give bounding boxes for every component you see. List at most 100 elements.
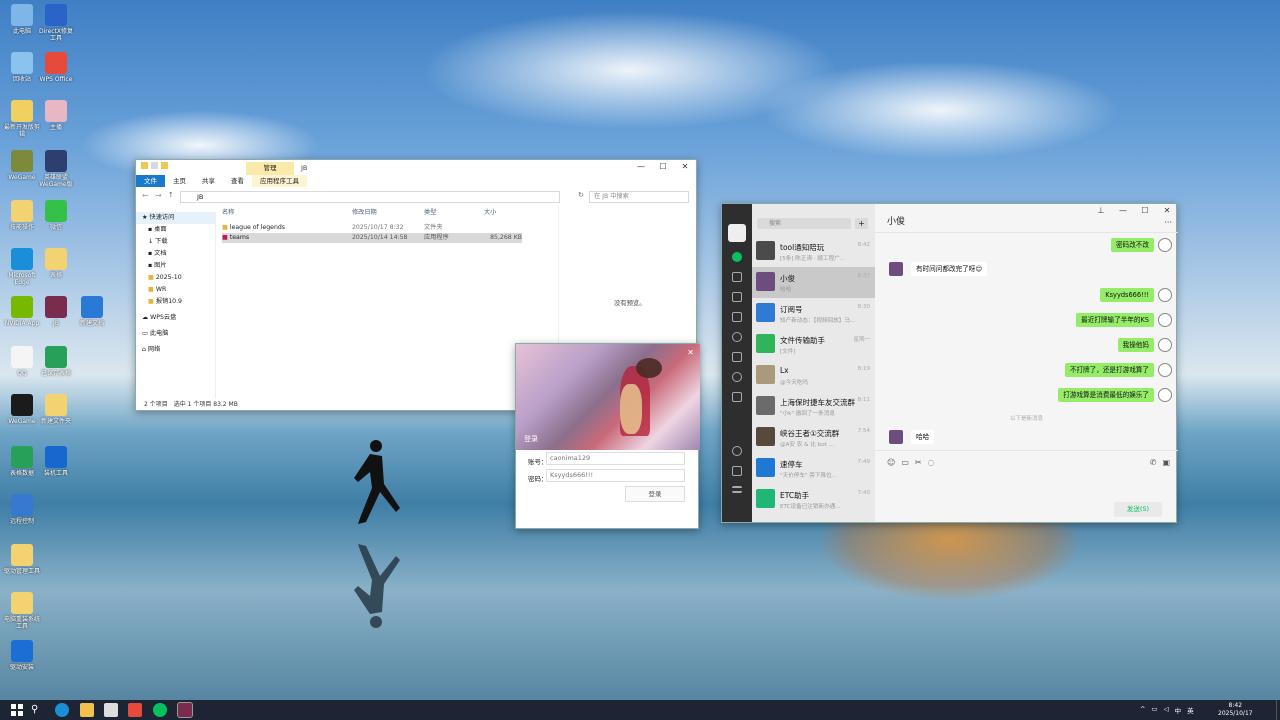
message-bubble[interactable]: 我操他妈 [1117,338,1154,352]
desktop-icon[interactable]: WeGame [4,394,40,425]
close-icon[interactable]: ✕ [687,348,694,357]
maximize-button[interactable]: ☐ [652,160,674,174]
message-bubble[interactable]: 不打牌了，还是打游戏算了 [1064,363,1154,377]
desktop-icon[interactable]: 回收站 [4,52,40,83]
desktop-icon[interactable]: 技能操作 [4,200,40,231]
avatar[interactable] [1158,313,1172,327]
message-bubble[interactable]: 打游戏算是消费最低的娱乐了 [1058,388,1154,402]
search-icon[interactable] [732,372,742,382]
chat-list-item[interactable]: 小俊 哈哈 8:37 [752,267,875,298]
chat-list-item[interactable]: 订阅号 知产新动态：【视频回放】马… 8:30 [752,298,875,329]
nav-folder-2025-10[interactable]: ■ 2025-10 [136,272,215,284]
tab-file[interactable]: 文件 [136,175,165,187]
clock[interactable]: 8:42 2025/10/17 [1218,702,1253,718]
tab-app-tools[interactable]: 应用程序工具 [252,175,307,187]
jb-app-icon[interactable] [177,702,193,718]
avatar[interactable] [728,224,746,242]
moments-icon[interactable] [732,332,742,342]
table-row[interactable]: ■ league of legends 2025/10/17 8:32 文件夹 [222,223,558,233]
nav-folder-wr[interactable]: ■ WR [136,284,215,296]
login-button[interactable]: 登录 [625,486,685,502]
language-indicator[interactable]: 英 [1187,705,1194,715]
avatar[interactable] [1158,238,1172,252]
nav-this-pc[interactable]: ▭ 此电脑 [136,328,215,340]
search-input[interactable]: 搜索 [757,218,851,229]
close-button[interactable]: ✕ [674,160,696,174]
avatar[interactable] [889,430,903,444]
account-field[interactable]: caonima129 [546,452,685,465]
desktop-icon[interactable]: 驱动管理工具 [4,544,40,575]
avatar[interactable] [1158,288,1172,302]
close-button[interactable]: ✕ [1156,204,1178,218]
emoji-icon[interactable]: ☺ [887,458,895,467]
add-button[interactable]: + [855,218,868,229]
nav-pictures[interactable]: ▪ 图片 [136,260,215,272]
desktop-icon[interactable]: QQ [4,346,40,377]
tab-home[interactable]: 主页 [165,175,194,187]
refresh-icon[interactable]: ↻ [578,191,584,199]
desktop-icon[interactable]: 驱动安装 [4,640,40,671]
file-icon[interactable]: ▭ [901,458,909,467]
desktop-icon[interactable]: 微信 [38,200,74,231]
avatar[interactable] [1158,338,1172,352]
maximize-button[interactable]: ☐ [1134,204,1156,218]
column-name[interactable]: 名称 [222,206,352,220]
message-bubble[interactable]: 密码改不改 [1111,238,1154,252]
chat-history-icon[interactable]: ◌ [928,458,935,467]
chevron-up-icon[interactable]: ^ [1140,705,1145,715]
desktop-icon[interactable]: DirectX修复工具 [38,4,74,42]
column-type[interactable]: 类型 [424,206,484,220]
store-icon[interactable] [104,703,118,717]
desktop-icon[interactable]: 表格数据 [4,446,40,477]
chat-list-item[interactable]: 文件传输助手 [文件] 星期一 [752,329,875,360]
desktop-icon[interactable]: 此电脑 [4,4,40,35]
desktop-icon[interactable]: WeGame [4,150,40,181]
miniprogram-panel-icon[interactable] [732,446,742,456]
desktop-icon[interactable]: NVIDIA App [4,296,40,327]
favorites-icon[interactable] [732,292,742,302]
minimize-button[interactable]: — [630,160,652,174]
nav-wps-cloud[interactable]: ☁ WPS云盘 [136,312,215,324]
up-arrow-icon[interactable]: ↑ [168,191,174,199]
avatar[interactable] [1158,388,1172,402]
video-call-icon[interactable]: ▣ [1162,458,1170,467]
wechat-icon[interactable] [153,703,167,717]
chat-list-item[interactable]: 上海保时捷车友交流群 "小k" 撤回了一条消息 8:11 [752,391,875,422]
desktop-icon[interactable]: 新建文件夹 [38,394,74,425]
desktop-icon[interactable]: Microsoft Edge [4,248,40,286]
tab-view[interactable]: 查看 [223,175,252,187]
properties-icon[interactable] [151,162,158,169]
chat-list-item[interactable]: Lx @今天吃吗 8:19 [752,360,875,391]
nav-desktop[interactable]: ▪ 桌面 [136,224,215,236]
nav-folder-reimburse[interactable]: ■ 报销10.9 [136,296,215,308]
show-desktop-button[interactable] [1276,700,1280,720]
pin-icon[interactable]: ⊥ [1090,204,1112,218]
voice-call-icon[interactable]: ✆ [1150,458,1157,467]
password-field[interactable]: Ksyyds666!!! [546,469,685,482]
forward-arrow-icon[interactable]: → [155,191,162,200]
nav-quick-access[interactable]: ★ 快速访问 [136,212,215,224]
desktop-icon[interactable]: 装机工具 [38,446,74,477]
phone-icon[interactable] [732,466,742,476]
volume-icon[interactable]: ◁ [1164,705,1169,715]
file-explorer-icon[interactable] [80,703,94,717]
chat-list-item[interactable]: tool通知陪玩 [5条] 陈正涛 · 顺工程广... 8:42 [752,236,875,267]
table-row[interactable]: ■ teams 2025/10/14 14:58 应用程序 85,268 KB [222,233,522,243]
desktop-icon[interactable]: 最新开发版剪辑 [4,100,40,138]
nav-downloads[interactable]: ↓ 下载 [136,236,215,248]
chat-list-item[interactable]: ETC助手 ETC设备已注销新办通… 7:40 [752,484,875,515]
tab-share[interactable]: 共享 [194,175,223,187]
wps-icon[interactable] [128,703,142,717]
desktop-icon[interactable]: 新建文档 [74,296,110,327]
new-folder-icon[interactable] [161,162,168,169]
message-bubble[interactable]: 最近打牌输了半年的KS [1076,313,1154,327]
avatar[interactable] [889,262,903,276]
desktop-icon[interactable]: WPS Office [38,52,74,83]
desktop-icon[interactable]: 电脑重装系统工具 [4,592,40,630]
menu-icon[interactable] [732,486,742,493]
message-bubble[interactable]: Ksyyds666!!! [1100,288,1154,302]
contacts-icon[interactable] [732,272,742,282]
desktop-icon[interactable]: 主播 [38,100,74,131]
column-date[interactable]: 修改日期 [352,206,424,220]
desktop-icon[interactable]: 表格 [38,248,74,279]
